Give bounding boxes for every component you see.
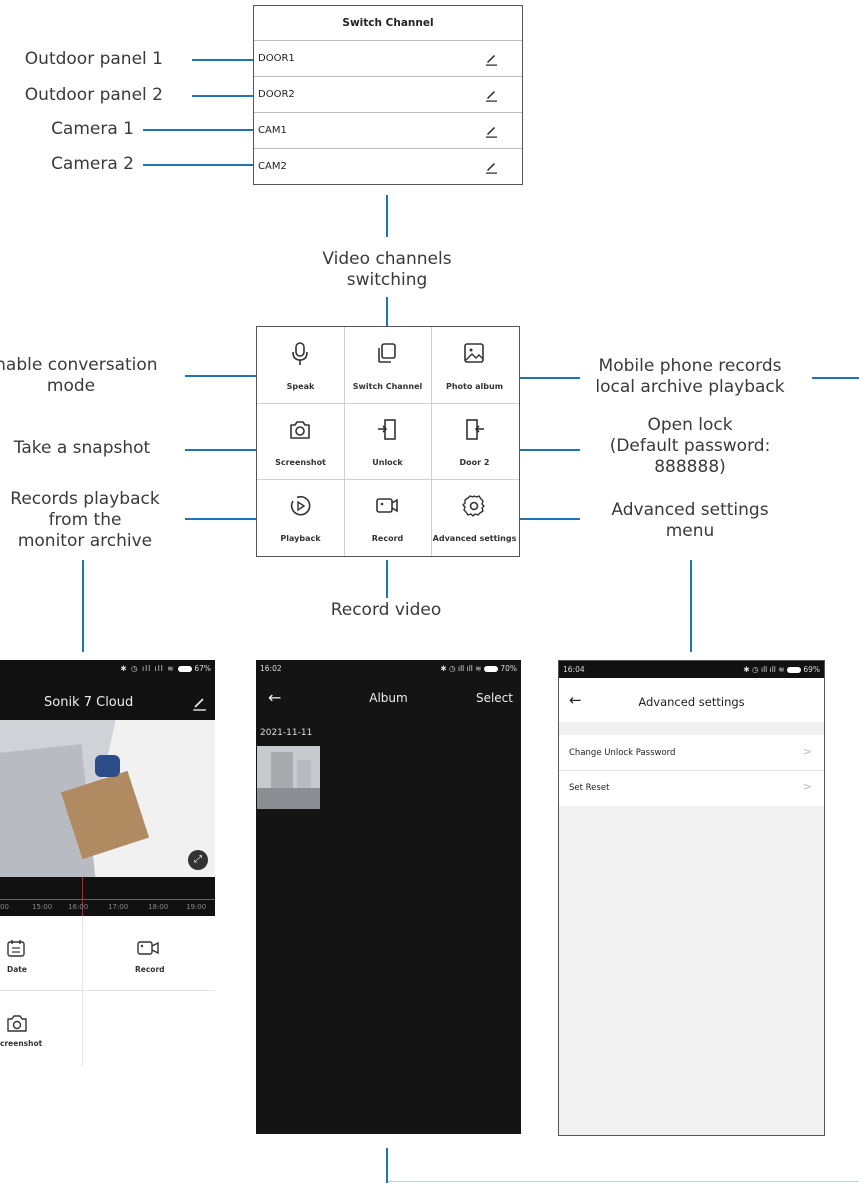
unlock-icon <box>378 419 396 440</box>
channel-row-door1[interactable]: DOOR1 <box>254 41 522 77</box>
door-2-button[interactable]: Door 2 <box>431 403 518 479</box>
screenshot-label: creenshot <box>0 1039 43 1048</box>
connector-line <box>143 129 254 131</box>
album-thumbnail[interactable] <box>257 746 320 809</box>
chevron-right-icon: > <box>802 780 812 793</box>
advanced-settings-label: Advanced settings <box>432 534 517 543</box>
connector-line <box>388 1181 859 1182</box>
channel-row-cam1[interactable]: CAM1 <box>254 113 522 149</box>
phone-album-screen: 16:02 ✱ ◷ ıll ıll ≋ 70% ← Album Select 2… <box>256 660 521 1134</box>
record-button-phone[interactable]: Record <box>120 930 180 985</box>
phone-advanced-settings-screen: 16:04 ✱ ◷ ıll ıll ≋ 69% ← Advanced setti… <box>558 660 825 1136</box>
playback-icon <box>290 495 311 516</box>
connector-line <box>192 59 254 61</box>
advanced-settings-button[interactable]: Advanced settings <box>431 479 518 555</box>
app-title: Sonik 7 Cloud <box>44 695 134 710</box>
settings-item-label: Change Unlock Password <box>569 748 676 758</box>
annotation-enable-conversation: Enable conversation mode <box>0 355 158 396</box>
control-grid: Speak Switch Channel Photo album Screens… <box>256 326 520 557</box>
channel-label: CAM1 <box>258 125 287 136</box>
settings-item-set-reset[interactable]: Set Reset > <box>559 771 824 806</box>
photo-album-button[interactable]: Photo album <box>431 327 518 403</box>
record-icon <box>376 498 398 513</box>
channel-label: DOOR2 <box>258 89 295 100</box>
unlock-label: Unlock <box>372 458 403 467</box>
record-label: Record <box>371 534 404 543</box>
connector-line <box>386 195 388 237</box>
gear-icon <box>462 495 485 517</box>
annotation-video-channels-switching: Video channels switching <box>322 249 452 290</box>
channel-label: DOOR1 <box>258 53 295 64</box>
channel-row-cam2[interactable]: CAM2 <box>254 149 522 184</box>
record-label: Record <box>135 965 165 974</box>
photo-album-icon <box>464 343 484 363</box>
switch-channel-button[interactable]: Switch Channel <box>344 327 431 403</box>
annotation-take-snapshot: Take a snapshot <box>13 438 151 458</box>
status-bar: 16:02 ✱ ◷ ıll ıll ≋ 70% <box>260 664 517 673</box>
annotation-advanced-settings-menu: Advanced settings menu <box>611 500 769 541</box>
connector-line <box>143 164 254 166</box>
edit-pencil-icon[interactable] <box>485 160 497 174</box>
switch-channel-icon <box>378 343 396 363</box>
record-button[interactable]: Record <box>344 479 431 555</box>
connector-line <box>192 95 254 97</box>
edit-pencil-icon[interactable] <box>485 124 497 138</box>
door-2-label: Door 2 <box>459 458 490 467</box>
edit-pencil-icon[interactable] <box>485 52 497 66</box>
microphone-icon <box>292 342 308 365</box>
settings-item-change-unlock-password[interactable]: Change Unlock Password > <box>559 735 824 771</box>
channel-row-door2[interactable]: DOOR2 <box>254 77 522 113</box>
album-date: 2021-11-11 <box>260 728 313 738</box>
annotation-record-video: Record video <box>330 600 442 620</box>
unlock-button[interactable]: Unlock <box>344 403 431 479</box>
playback-button[interactable]: Playback <box>257 479 344 555</box>
annotation-open-lock: Open lock (Default password: 888888) <box>609 415 771 477</box>
annotation-mobile-records: Mobile phone records local archive playb… <box>595 356 785 397</box>
switch-channel-label: Switch Channel <box>352 382 423 391</box>
annotation-outdoor-panel-1: Outdoor panel 1 <box>24 49 163 69</box>
screenshot-label: Screenshot <box>275 458 326 467</box>
edit-pencil-icon[interactable] <box>485 88 497 102</box>
connector-line <box>386 560 388 598</box>
screenshot-button[interactable]: Screenshot <box>257 403 344 479</box>
phone-playback-screen: ✱ ◷ ıll ıll ≋ 67% Sonik 7 Cloud ⤢ 00 15:… <box>0 660 215 1138</box>
calendar-icon <box>7 940 25 957</box>
photo-album-label: Photo album <box>445 382 504 391</box>
playback-label: Playback <box>280 534 321 543</box>
camera-icon <box>7 1015 27 1032</box>
date-label: Date <box>7 965 27 974</box>
switch-channel-dialog: Switch Channel DOOR1 DOOR2 CAM1 CAM2 <box>253 5 523 185</box>
video-feed: ⤢ <box>0 720 215 877</box>
channel-label: CAM2 <box>258 161 287 172</box>
annotation-camera-2: Camera 2 <box>51 154 134 174</box>
record-icon <box>137 941 159 955</box>
date-button[interactable]: Date <box>0 930 40 985</box>
select-button[interactable]: Select <box>476 691 513 705</box>
edit-pencil-icon[interactable] <box>192 695 206 711</box>
speak-label: Speak <box>286 382 315 391</box>
camera-icon <box>290 421 310 439</box>
door-icon <box>466 419 484 440</box>
annotation-records-playback: Records playback from the monitor archiv… <box>10 489 160 551</box>
speak-button[interactable]: Speak <box>257 327 344 403</box>
settings-item-label: Set Reset <box>569 783 610 793</box>
connector-line <box>690 560 692 652</box>
connector-line <box>812 377 859 379</box>
fullscreen-icon[interactable]: ⤢ <box>188 850 208 870</box>
status-bar: ✱ ◷ ıll ıll ≋ 67% <box>120 664 211 673</box>
connector-line <box>386 1148 388 1183</box>
annotation-outdoor-panel-2: Outdoor panel 2 <box>24 85 163 105</box>
advanced-settings-title: Advanced settings <box>638 695 745 709</box>
connector-line <box>82 560 84 652</box>
chevron-right-icon: > <box>802 745 812 758</box>
switch-channel-title: Switch Channel <box>254 6 522 41</box>
screenshot-button-phone[interactable]: creenshot <box>0 1005 60 1060</box>
timeline[interactable]: 00 15:00 16:00 17:00 18:00 19:00 <box>0 877 215 916</box>
status-bar: 16:04 ✱ ◷ ıll ıll ≋ 69% <box>559 661 824 678</box>
annotation-camera-1: Camera 1 <box>51 119 134 139</box>
